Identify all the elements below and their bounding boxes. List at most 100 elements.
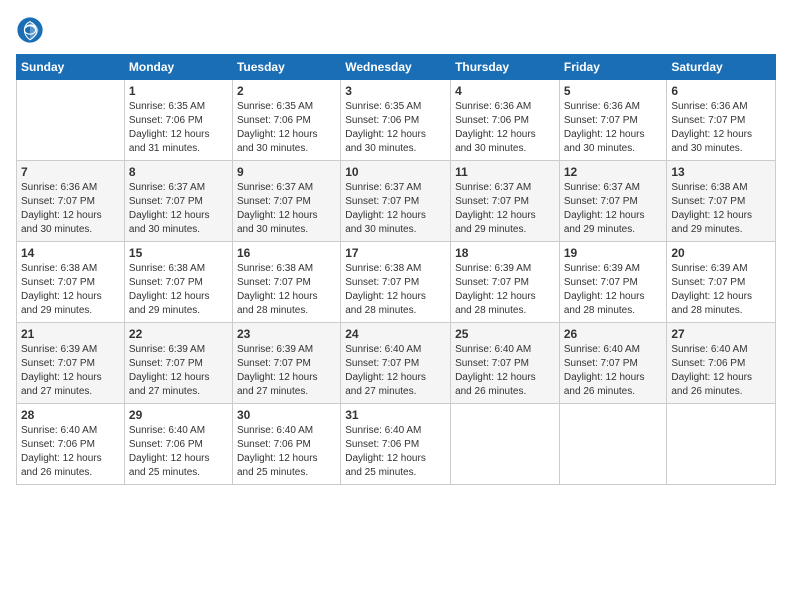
day-number: 8	[129, 165, 228, 179]
day-info: Sunrise: 6:37 AM Sunset: 7:07 PM Dayligh…	[129, 181, 228, 237]
day-number: 11	[455, 165, 555, 179]
calendar-cell: 2 Sunrise: 6:35 AM Sunset: 7:06 PM Daylig…	[232, 80, 340, 161]
logo	[16, 16, 48, 44]
day-info: Sunrise: 6:35 AM Sunset: 7:06 PM Dayligh…	[237, 100, 336, 156]
calendar-cell	[17, 80, 125, 161]
day-info: Sunrise: 6:40 AM Sunset: 7:06 PM Dayligh…	[237, 424, 336, 480]
calendar-cell: 20 Sunrise: 6:39 AM Sunset: 7:07 PM Dayli…	[667, 242, 776, 323]
calendar-cell	[667, 404, 776, 485]
day-number: 1	[129, 84, 228, 98]
weekday-header-monday: Monday	[124, 55, 232, 80]
logo-icon	[16, 16, 44, 44]
day-number: 31	[345, 408, 446, 422]
calendar-cell: 9 Sunrise: 6:37 AM Sunset: 7:07 PM Daylig…	[232, 161, 340, 242]
day-info: Sunrise: 6:38 AM Sunset: 7:07 PM Dayligh…	[21, 262, 120, 318]
day-number: 17	[345, 246, 446, 260]
weekday-header-tuesday: Tuesday	[232, 55, 340, 80]
calendar-cell: 28Sunrise: 6:40 AM Sunset: 7:06 PM Dayli…	[17, 404, 125, 485]
calendar-cell: 15 Sunrise: 6:38 AM Sunset: 7:07 PM Dayli…	[124, 242, 232, 323]
day-info: Sunrise: 6:37 AM Sunset: 7:07 PM Dayligh…	[237, 181, 336, 237]
calendar-week-row: 1 Sunrise: 6:35 AM Sunset: 7:06 PM Daylig…	[17, 80, 776, 161]
calendar-week-row: 7Sunrise: 6:36 AM Sunset: 7:07 PM Daylig…	[17, 161, 776, 242]
weekday-header-row: SundayMondayTuesdayWednesdayThursdayFrid…	[17, 55, 776, 80]
day-number: 28	[21, 408, 120, 422]
calendar-cell: 17 Sunrise: 6:38 AM Sunset: 7:07 PM Dayli…	[341, 242, 451, 323]
calendar-cell: 31 Sunrise: 6:40 AM Sunset: 7:06 PM Dayli…	[341, 404, 451, 485]
day-info: Sunrise: 6:38 AM Sunset: 7:07 PM Dayligh…	[671, 181, 771, 237]
calendar-week-row: 28 Sunrise: 6:40 AM Sunset: 7:06 PM Dayli…	[17, 404, 776, 485]
day-info: Sunrise: 6:39 AM Sunset: 7:07 PM Dayligh…	[671, 262, 771, 318]
day-info: Sunrise: 6:40 AM Sunset: 7:06 PM Dayligh…	[345, 424, 446, 480]
day-number: 5	[564, 84, 663, 98]
day-number: 23	[237, 327, 336, 341]
day-info: Sunrise: 6:40 AM Sunset: 7:06 PM Dayligh…	[129, 424, 228, 480]
day-info: Sunrise: 6:38 AM Sunset: 7:07 PM Dayligh…	[345, 262, 446, 318]
calendar-cell: 8 Sunrise: 6:37 AM Sunset: 7:07 PM Daylig…	[124, 161, 232, 242]
calendar-cell: 23 Sunrise: 6:39 AM Sunset: 7:07 PM Dayli…	[232, 323, 340, 404]
calendar-cell	[559, 404, 667, 485]
calendar-cell: 22 Sunrise: 6:39 AM Sunset: 7:07 PM Dayli…	[124, 323, 232, 404]
header	[16, 16, 776, 44]
day-number: 24	[345, 327, 446, 341]
calendar-cell: 29Sunrise: 6:40 AM Sunset: 7:06 PM Dayli…	[124, 404, 232, 485]
day-info: Sunrise: 6:40 AM Sunset: 7:07 PM Dayligh…	[455, 343, 555, 399]
day-number: 19	[564, 246, 663, 260]
calendar-table: SundayMondayTuesdayWednesdayThursdayFrid…	[16, 54, 776, 485]
day-info: Sunrise: 6:35 AM Sunset: 7:06 PM Dayligh…	[129, 100, 228, 156]
calendar-cell: 19 Sunrise: 6:39 AM Sunset: 7:07 PM Dayli…	[559, 242, 667, 323]
weekday-header-saturday: Saturday	[667, 55, 776, 80]
calendar-cell: 27 Sunrise: 6:40 AM Sunset: 7:06 PM Dayli…	[667, 323, 776, 404]
day-info: Sunrise: 6:37 AM Sunset: 7:07 PM Dayligh…	[455, 181, 555, 237]
calendar-cell: 26Sunrise: 6:40 AM Sunset: 7:07 PM Dayli…	[559, 323, 667, 404]
day-info: Sunrise: 6:35 AM Sunset: 7:06 PM Dayligh…	[345, 100, 446, 156]
day-number: 27	[671, 327, 771, 341]
day-info: Sunrise: 6:40 AM Sunset: 7:07 PM Dayligh…	[564, 343, 663, 399]
day-number: 14	[21, 246, 120, 260]
day-number: 25	[455, 327, 555, 341]
calendar-cell: 12Sunrise: 6:37 AM Sunset: 7:07 PM Dayli…	[559, 161, 667, 242]
calendar-week-row: 21 Sunrise: 6:39 AM Sunset: 7:07 PM Dayli…	[17, 323, 776, 404]
page-container: SundayMondayTuesdayWednesdayThursdayFrid…	[0, 0, 792, 612]
calendar-cell: 4Sunrise: 6:36 AM Sunset: 7:06 PM Daylig…	[451, 80, 560, 161]
day-number: 4	[455, 84, 555, 98]
calendar-cell: 13 Sunrise: 6:38 AM Sunset: 7:07 PM Dayli…	[667, 161, 776, 242]
day-info: Sunrise: 6:39 AM Sunset: 7:07 PM Dayligh…	[237, 343, 336, 399]
weekday-header-sunday: Sunday	[17, 55, 125, 80]
day-info: Sunrise: 6:39 AM Sunset: 7:07 PM Dayligh…	[564, 262, 663, 318]
day-number: 10	[345, 165, 446, 179]
day-info: Sunrise: 6:40 AM Sunset: 7:07 PM Dayligh…	[345, 343, 446, 399]
day-number: 22	[129, 327, 228, 341]
day-number: 15	[129, 246, 228, 260]
calendar-cell	[451, 404, 560, 485]
calendar-cell: 7Sunrise: 6:36 AM Sunset: 7:07 PM Daylig…	[17, 161, 125, 242]
day-info: Sunrise: 6:37 AM Sunset: 7:07 PM Dayligh…	[345, 181, 446, 237]
calendar-week-row: 14 Sunrise: 6:38 AM Sunset: 7:07 PM Dayli…	[17, 242, 776, 323]
day-info: Sunrise: 6:40 AM Sunset: 7:06 PM Dayligh…	[671, 343, 771, 399]
calendar-cell: 10 Sunrise: 6:37 AM Sunset: 7:07 PM Dayli…	[341, 161, 451, 242]
day-info: Sunrise: 6:38 AM Sunset: 7:07 PM Dayligh…	[237, 262, 336, 318]
weekday-header-friday: Friday	[559, 55, 667, 80]
calendar-cell: 11 Sunrise: 6:37 AM Sunset: 7:07 PM Dayli…	[451, 161, 560, 242]
calendar-cell: 5Sunrise: 6:36 AM Sunset: 7:07 PM Daylig…	[559, 80, 667, 161]
day-number: 6	[671, 84, 771, 98]
weekday-header-wednesday: Wednesday	[341, 55, 451, 80]
day-info: Sunrise: 6:37 AM Sunset: 7:07 PM Dayligh…	[564, 181, 663, 237]
day-number: 20	[671, 246, 771, 260]
calendar-body: 1 Sunrise: 6:35 AM Sunset: 7:06 PM Daylig…	[17, 80, 776, 485]
calendar-cell: 14 Sunrise: 6:38 AM Sunset: 7:07 PM Dayli…	[17, 242, 125, 323]
day-number: 3	[345, 84, 446, 98]
calendar-cell: 16 Sunrise: 6:38 AM Sunset: 7:07 PM Dayli…	[232, 242, 340, 323]
weekday-header-thursday: Thursday	[451, 55, 560, 80]
day-number: 9	[237, 165, 336, 179]
day-number: 2	[237, 84, 336, 98]
day-number: 18	[455, 246, 555, 260]
calendar-cell: 24 Sunrise: 6:40 AM Sunset: 7:07 PM Dayli…	[341, 323, 451, 404]
day-number: 16	[237, 246, 336, 260]
day-number: 13	[671, 165, 771, 179]
day-number: 30	[237, 408, 336, 422]
day-info: Sunrise: 6:38 AM Sunset: 7:07 PM Dayligh…	[129, 262, 228, 318]
day-number: 21	[21, 327, 120, 341]
calendar-cell: 6Sunrise: 6:36 AM Sunset: 7:07 PM Daylig…	[667, 80, 776, 161]
day-info: Sunrise: 6:39 AM Sunset: 7:07 PM Dayligh…	[129, 343, 228, 399]
calendar-cell: 21Sunrise: 6:39 AM Sunset: 7:07 PM Dayli…	[17, 323, 125, 404]
